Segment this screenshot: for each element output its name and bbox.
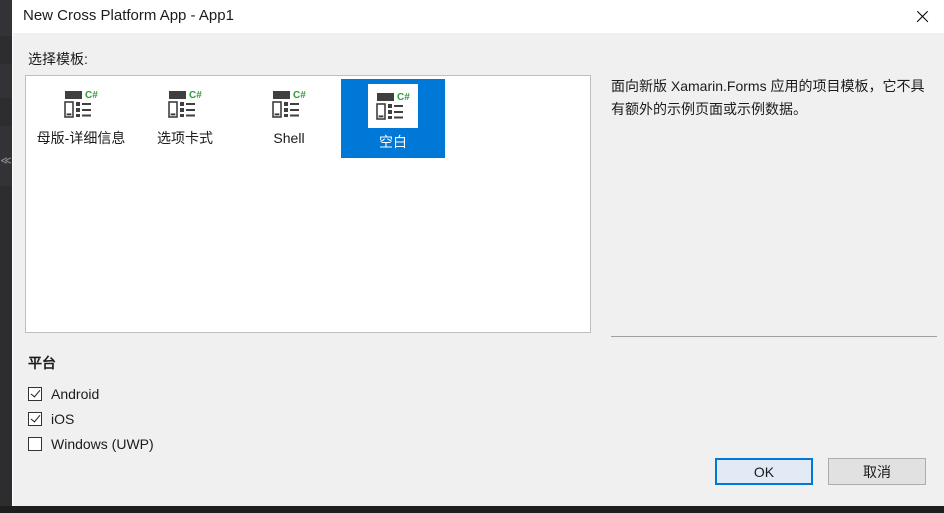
platform-checkbox-android[interactable]: Android <box>28 381 154 406</box>
svg-text:C#: C# <box>189 90 202 101</box>
template-listbox[interactable]: C# 母版-详细信息 C# 选项卡式 C# Shell C# 空白 <box>25 75 591 333</box>
template-card-label: 选项卡式 <box>157 130 213 146</box>
platform-checkbox-label: iOS <box>51 410 75 427</box>
description-separator <box>611 336 937 337</box>
platform-checkbox-windows-uwp[interactable]: Windows (UWP) <box>28 431 154 456</box>
checkbox-checked-icon[interactable] <box>28 386 42 401</box>
csharp-app-template-icon: C# <box>162 84 208 124</box>
title-bar: New Cross Platform App - App1 <box>13 0 944 34</box>
template-cards-row: C# 母版-详细信息 C# 选项卡式 C# Shell C# 空白 <box>29 79 445 158</box>
desktop-bottom-edge <box>0 506 944 513</box>
platform-checkbox-group: Android iOS Windows (UWP) <box>28 381 154 456</box>
template-card-label: 母版-详细信息 <box>36 130 126 146</box>
checkbox-unchecked-icon[interactable] <box>28 436 42 451</box>
new-cross-platform-app-dialog: New Cross Platform App - App1 选择模板: C# 母… <box>12 0 944 506</box>
csharp-app-template-icon: C# <box>58 84 104 124</box>
template-card-blank[interactable]: C# 空白 <box>341 79 445 158</box>
vs-strip-band <box>0 0 12 36</box>
template-card-master-detail[interactable]: C# 母版-详细信息 <box>29 79 133 158</box>
template-card-tabbed[interactable]: C# 选项卡式 <box>133 79 237 158</box>
vs-strip-band <box>0 64 12 98</box>
platform-checkbox-label: Windows (UWP) <box>51 435 154 452</box>
close-button[interactable] <box>899 0 944 33</box>
template-description-panel: 面向新版 Xamarin.Forms 应用的项目模板，它不具有额外的示例页面或示… <box>611 75 933 333</box>
dialog-title: New Cross Platform App - App1 <box>23 7 234 24</box>
checkbox-checked-icon[interactable] <box>28 411 42 426</box>
dialog-footer: OK 取消 <box>13 458 944 506</box>
template-card-shell[interactable]: C# Shell <box>237 79 341 158</box>
close-icon <box>915 9 930 24</box>
template-description-text: 面向新版 Xamarin.Forms 应用的项目模板，它不具有额外的示例页面或示… <box>611 78 925 117</box>
platform-checkbox-ios[interactable]: iOS <box>28 406 154 431</box>
svg-text:C#: C# <box>85 90 98 101</box>
vs-background: ≪ New Cross Platform App - App1 选择模板: C#… <box>0 0 944 513</box>
csharp-app-template-icon: C# <box>266 84 312 124</box>
platform-checkbox-label: Android <box>51 385 100 402</box>
platform-heading: 平台 <box>28 355 56 371</box>
csharp-app-template-icon: C# <box>368 84 418 128</box>
ok-button[interactable]: OK <box>715 458 813 485</box>
template-card-label: Shell <box>273 130 305 146</box>
select-template-label: 选择模板: <box>28 51 88 67</box>
cancel-button[interactable]: 取消 <box>828 458 926 485</box>
svg-text:C#: C# <box>397 92 410 103</box>
svg-text:C#: C# <box>293 90 306 101</box>
template-card-label: 空白 <box>379 134 407 150</box>
dialog-body: 选择模板: C# 母版-详细信息 C# 选项卡式 C# Shell C# 空白 … <box>13 33 944 473</box>
vs-toolbar-glyph-icon: ≪ <box>0 155 12 167</box>
